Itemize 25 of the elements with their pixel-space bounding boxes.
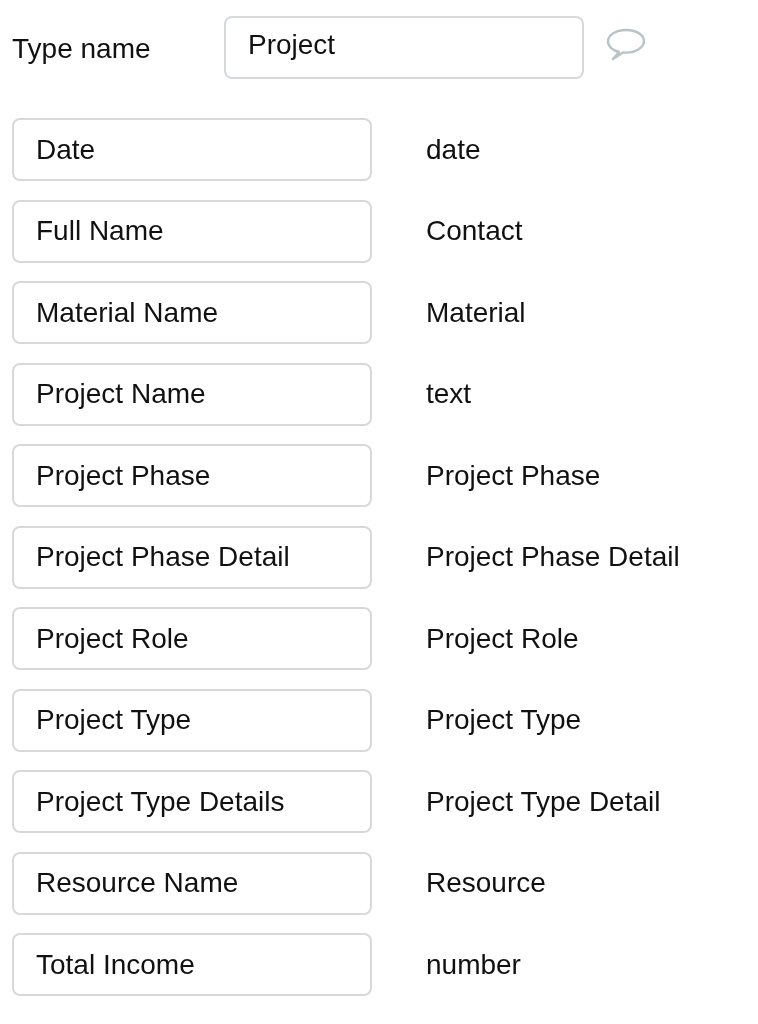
field-type-label: Project Type (426, 704, 582, 736)
field-type-label: Resource (426, 867, 546, 899)
field-name-field[interactable]: Project Name (12, 362, 372, 426)
speech-bubble-icon[interactable] (606, 28, 646, 62)
field-type-label: Material (426, 296, 526, 329)
field-name-field[interactable]: Date (12, 118, 372, 181)
field-type-label: Contact (426, 215, 523, 247)
type-name-field[interactable]: Project (224, 15, 584, 79)
field-name-field[interactable]: Full Name (12, 199, 372, 263)
field-type-label: Project Phase (426, 459, 601, 492)
field-name-field[interactable]: Project Type (12, 688, 372, 752)
field-type-label: Project Type Detail (426, 785, 661, 818)
field-name-field[interactable]: Material Name (12, 281, 372, 344)
field-type-label: Project Role (426, 622, 579, 655)
field-name-field[interactable]: Project Phase (12, 444, 372, 507)
field-type-label: text (426, 378, 472, 410)
field-name-field[interactable]: Project Role (12, 607, 372, 670)
field-type-label: date (426, 133, 481, 166)
field-name-field[interactable]: Project Phase Detail (12, 525, 372, 589)
field-name-field[interactable]: Total Income (12, 933, 372, 996)
field-name-field[interactable]: Project Type Details (12, 770, 372, 833)
field-type-label: number (426, 948, 521, 981)
field-type-label: Project Phase Detail (426, 541, 680, 573)
field-name-field[interactable]: Resource Name (12, 851, 372, 915)
type-name-label: Type name (12, 32, 152, 65)
